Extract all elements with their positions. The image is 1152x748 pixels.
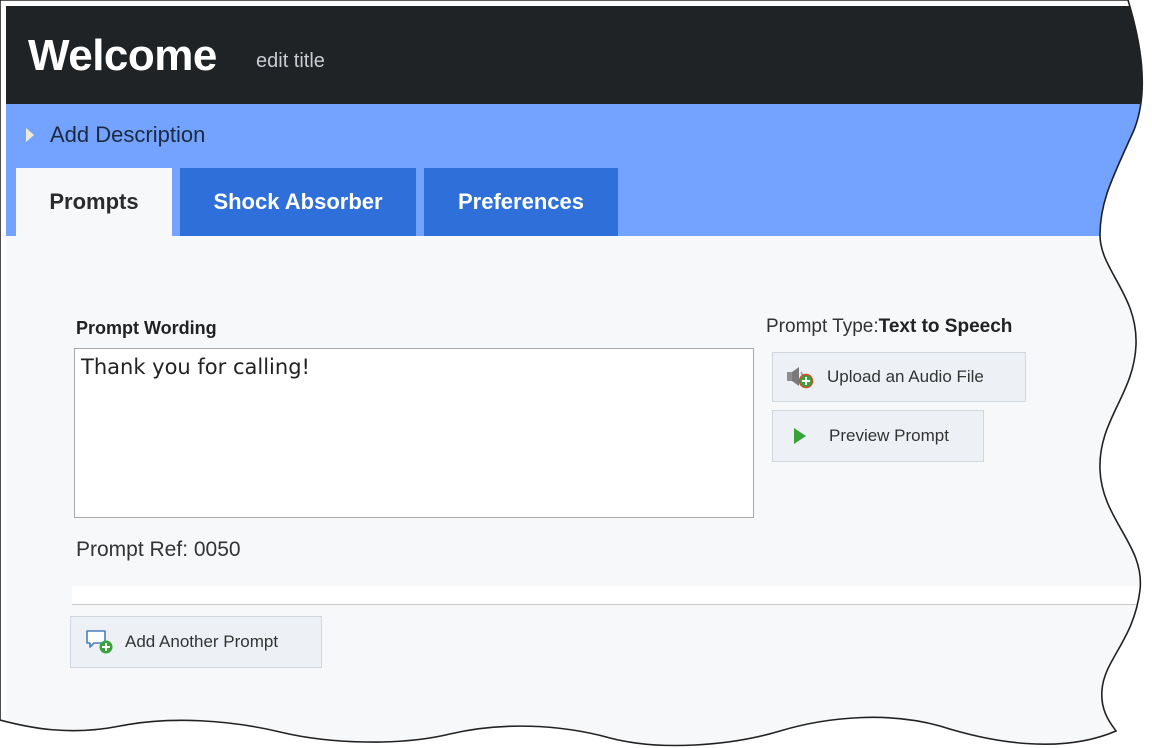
add-description-label: Add Description <box>50 122 206 147</box>
preview-prompt-button[interactable]: Preview Prompt <box>772 410 984 462</box>
upload-audio-button[interactable]: Upload an Audio File <box>772 352 1026 402</box>
add-description-toggle[interactable]: Add Description <box>26 122 205 148</box>
prompt-ref: Prompt Ref: 0050 <box>76 538 241 561</box>
add-another-prompt-button[interactable]: Add Another Prompt <box>70 616 322 668</box>
prompt-type-label: Prompt Type: <box>766 316 879 337</box>
tab-preferences[interactable]: Preferences <box>424 168 618 236</box>
title-bar: Welcome edit title <box>6 6 1152 104</box>
prompts-panel: Prompt Wording Thank you for calling! Pr… <box>6 236 1152 748</box>
page-title: Welcome <box>28 31 217 80</box>
tab-prompts[interactable]: Prompts <box>16 168 172 236</box>
prompt-type: Prompt Type:Text to Speech <box>766 316 1012 338</box>
description-bar: Add Description Prompts Shock Absorber P… <box>6 104 1152 236</box>
preview-prompt-label: Preview Prompt <box>829 426 949 445</box>
section-divider <box>72 586 1152 605</box>
prompt-type-value: Text to Speech <box>878 316 1013 337</box>
edit-title-link[interactable]: edit title <box>256 50 325 73</box>
speaker-add-icon <box>785 364 815 390</box>
tab-shock-absorber[interactable]: Shock Absorber <box>180 168 416 236</box>
speech-bubble-add-icon <box>85 628 115 656</box>
prompt-wording-input[interactable]: Thank you for calling! <box>74 348 754 518</box>
screenshot-frame: Welcome edit title Add Description Promp… <box>0 0 1152 748</box>
play-icon <box>793 427 807 445</box>
upload-audio-label: Upload an Audio File <box>827 367 984 386</box>
prompt-wording-label: Prompt Wording <box>76 318 217 338</box>
triangle-right-icon <box>26 128 34 142</box>
add-another-prompt-label: Add Another Prompt <box>125 632 279 651</box>
